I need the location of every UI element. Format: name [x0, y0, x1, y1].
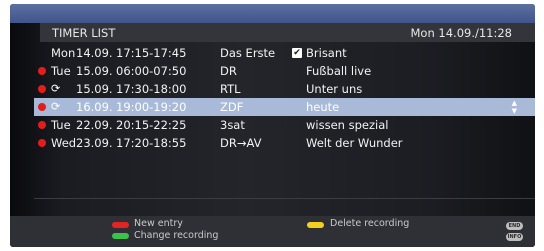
timer-date: 15.09. — [76, 64, 113, 78]
record-status-icon — [38, 139, 46, 147]
timer-time: 17:20-18:55 — [116, 136, 187, 150]
up-down-arrow-icon[interactable]: ▲ ▼ — [512, 99, 517, 115]
change-recording-label: Change recording — [134, 230, 219, 241]
timer-date: 15.09. — [76, 82, 113, 96]
repeat-icon: ⟳ — [51, 100, 61, 113]
timer-date: 14.09. — [76, 46, 113, 60]
red-key-icon[interactable] — [112, 222, 129, 228]
timer-day: Tue — [51, 64, 71, 78]
list-header: TIMER LIST Mon 14.09./11:28 — [40, 23, 535, 42]
timer-row[interactable]: Tue 22.09. 20:15-22:25 3sat wissen spezi… — [34, 116, 535, 134]
timer-day: Tue — [51, 118, 71, 132]
timer-program: Unter uns — [306, 82, 363, 96]
timer-program: Fußball live — [306, 64, 372, 78]
timer-program: Welt der Wunder — [306, 136, 403, 150]
timer-channel: 3sat — [220, 118, 245, 132]
page-title: TIMER LIST — [52, 26, 116, 40]
timer-time: 20:15-22:25 — [116, 118, 187, 132]
info-key-icon[interactable]: INFO — [506, 233, 523, 241]
timer-day: Mon — [51, 46, 76, 60]
title-band — [10, 4, 535, 23]
timer-time: 17:30-18:00 — [116, 82, 187, 96]
timer-date: 16.09. — [76, 100, 113, 114]
timer-program: heute — [306, 100, 340, 114]
timer-program: wissen spezial — [306, 118, 389, 132]
tv-screen: TIMER LIST Mon 14.09./11:28 Mon 14.09. 1… — [10, 4, 535, 247]
timer-time: 06:00-07:50 — [116, 64, 187, 78]
timer-row[interactable]: Mon 14.09. 17:15-17:45 Das Erste ✔ Brisa… — [34, 44, 535, 62]
timer-date: 22.09. — [76, 118, 113, 132]
timer-channel: DR — [220, 64, 237, 78]
timer-channel: DR→AV — [220, 136, 262, 150]
timer-channel: Das Erste — [220, 46, 276, 60]
timer-row[interactable]: Wed 23.09. 17:20-18:55 DR→AV Welt der Wu… — [34, 134, 535, 152]
delete-recording-label: Delete recording — [330, 218, 410, 229]
timer-row[interactable]: Tue 15.09. 06:00-07:50 DR Fußball live — [34, 62, 535, 80]
timer-date: 23.09. — [76, 136, 113, 150]
timer-time: 19:00-19:20 — [116, 100, 187, 114]
date-time: Mon 14.09./11:28 — [410, 26, 513, 40]
green-key-icon[interactable] — [112, 233, 129, 239]
timer-day: Wed — [51, 136, 77, 150]
timer-time: 17:15-17:45 — [116, 46, 187, 60]
new-entry-label: New entry — [134, 218, 183, 229]
yellow-key-icon[interactable] — [307, 222, 324, 228]
record-status-icon — [38, 121, 46, 129]
timer-row[interactable]: ⟳ 15.09. 17:30-18:00 RTL Unter uns — [34, 80, 535, 98]
checkmark-icon: ✔ — [292, 48, 302, 58]
repeat-icon: ⟳ — [51, 82, 61, 95]
footer-bar: New entry Change recording Delete record… — [10, 216, 535, 247]
end-key-icon[interactable]: END — [506, 222, 523, 230]
timer-channel: RTL — [220, 82, 241, 96]
timer-row-selected[interactable]: ⟳ 16.09. 19:00-19:20 ZDF heute ▲ ▼ — [34, 98, 535, 116]
timer-list: Mon 14.09. 17:15-17:45 Das Erste ✔ Brisa… — [34, 44, 535, 152]
divider — [34, 198, 535, 199]
record-status-icon — [38, 67, 46, 75]
timer-channel: ZDF — [220, 100, 244, 114]
record-status-icon — [38, 85, 46, 93]
timer-program: Brisant — [306, 46, 347, 60]
record-status-icon — [38, 103, 46, 111]
